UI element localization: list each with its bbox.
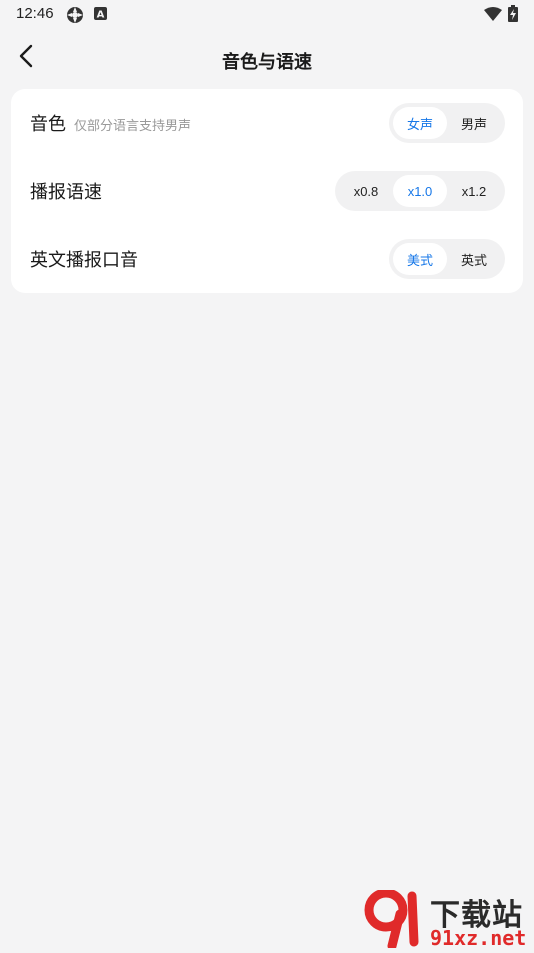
voice-setting-row: 音色 仅部分语言支持男声 女声 男声 (11, 89, 523, 157)
notification-a-icon: A (94, 7, 107, 25)
speed-setting-row: 播报语速 x0.8 x1.0 x1.2 (11, 157, 523, 225)
voice-option-male[interactable]: 男声 (447, 107, 501, 139)
speed-option-0-8[interactable]: x0.8 (339, 175, 393, 207)
voice-option-female[interactable]: 女声 (393, 107, 447, 139)
watermark-logo-icon (362, 888, 426, 953)
voice-label-group: 音色 仅部分语言支持男声 (30, 110, 191, 136)
accent-option-american[interactable]: 美式 (393, 243, 447, 275)
status-time: 12:46 (16, 5, 54, 22)
accent-segmented-control: 美式 英式 (389, 239, 505, 279)
sync-icon (66, 6, 84, 29)
watermark-url: 91xz.net (430, 926, 527, 950)
voice-hint: 仅部分语言支持男声 (74, 118, 192, 133)
status-bar: 12:46 A (0, 0, 534, 28)
speed-label: 播报语速 (30, 182, 102, 202)
speed-segmented-control: x0.8 x1.0 x1.2 (335, 171, 505, 211)
accent-option-british[interactable]: 英式 (447, 243, 501, 275)
wifi-icon (484, 7, 502, 26)
voice-segmented-control: 女声 男声 (389, 103, 505, 143)
watermark: 下载站 91xz.net (360, 888, 530, 951)
accent-label: 英文播报口音 (30, 250, 138, 270)
speed-option-1-0[interactable]: x1.0 (393, 175, 447, 207)
settings-card: 音色 仅部分语言支持男声 女声 男声 播报语速 x0.8 x1.0 x1.2 英文… (11, 89, 523, 293)
accent-setting-row: 英文播报口音 美式 英式 (11, 225, 523, 293)
battery-charging-icon (508, 5, 518, 27)
page-title: 音色与语速 (222, 52, 312, 72)
speed-option-1-2[interactable]: x1.2 (447, 175, 501, 207)
app-bar: 音色与语速 (0, 36, 534, 82)
voice-label: 音色 (30, 114, 66, 134)
notification-a-letter: A (97, 10, 105, 21)
